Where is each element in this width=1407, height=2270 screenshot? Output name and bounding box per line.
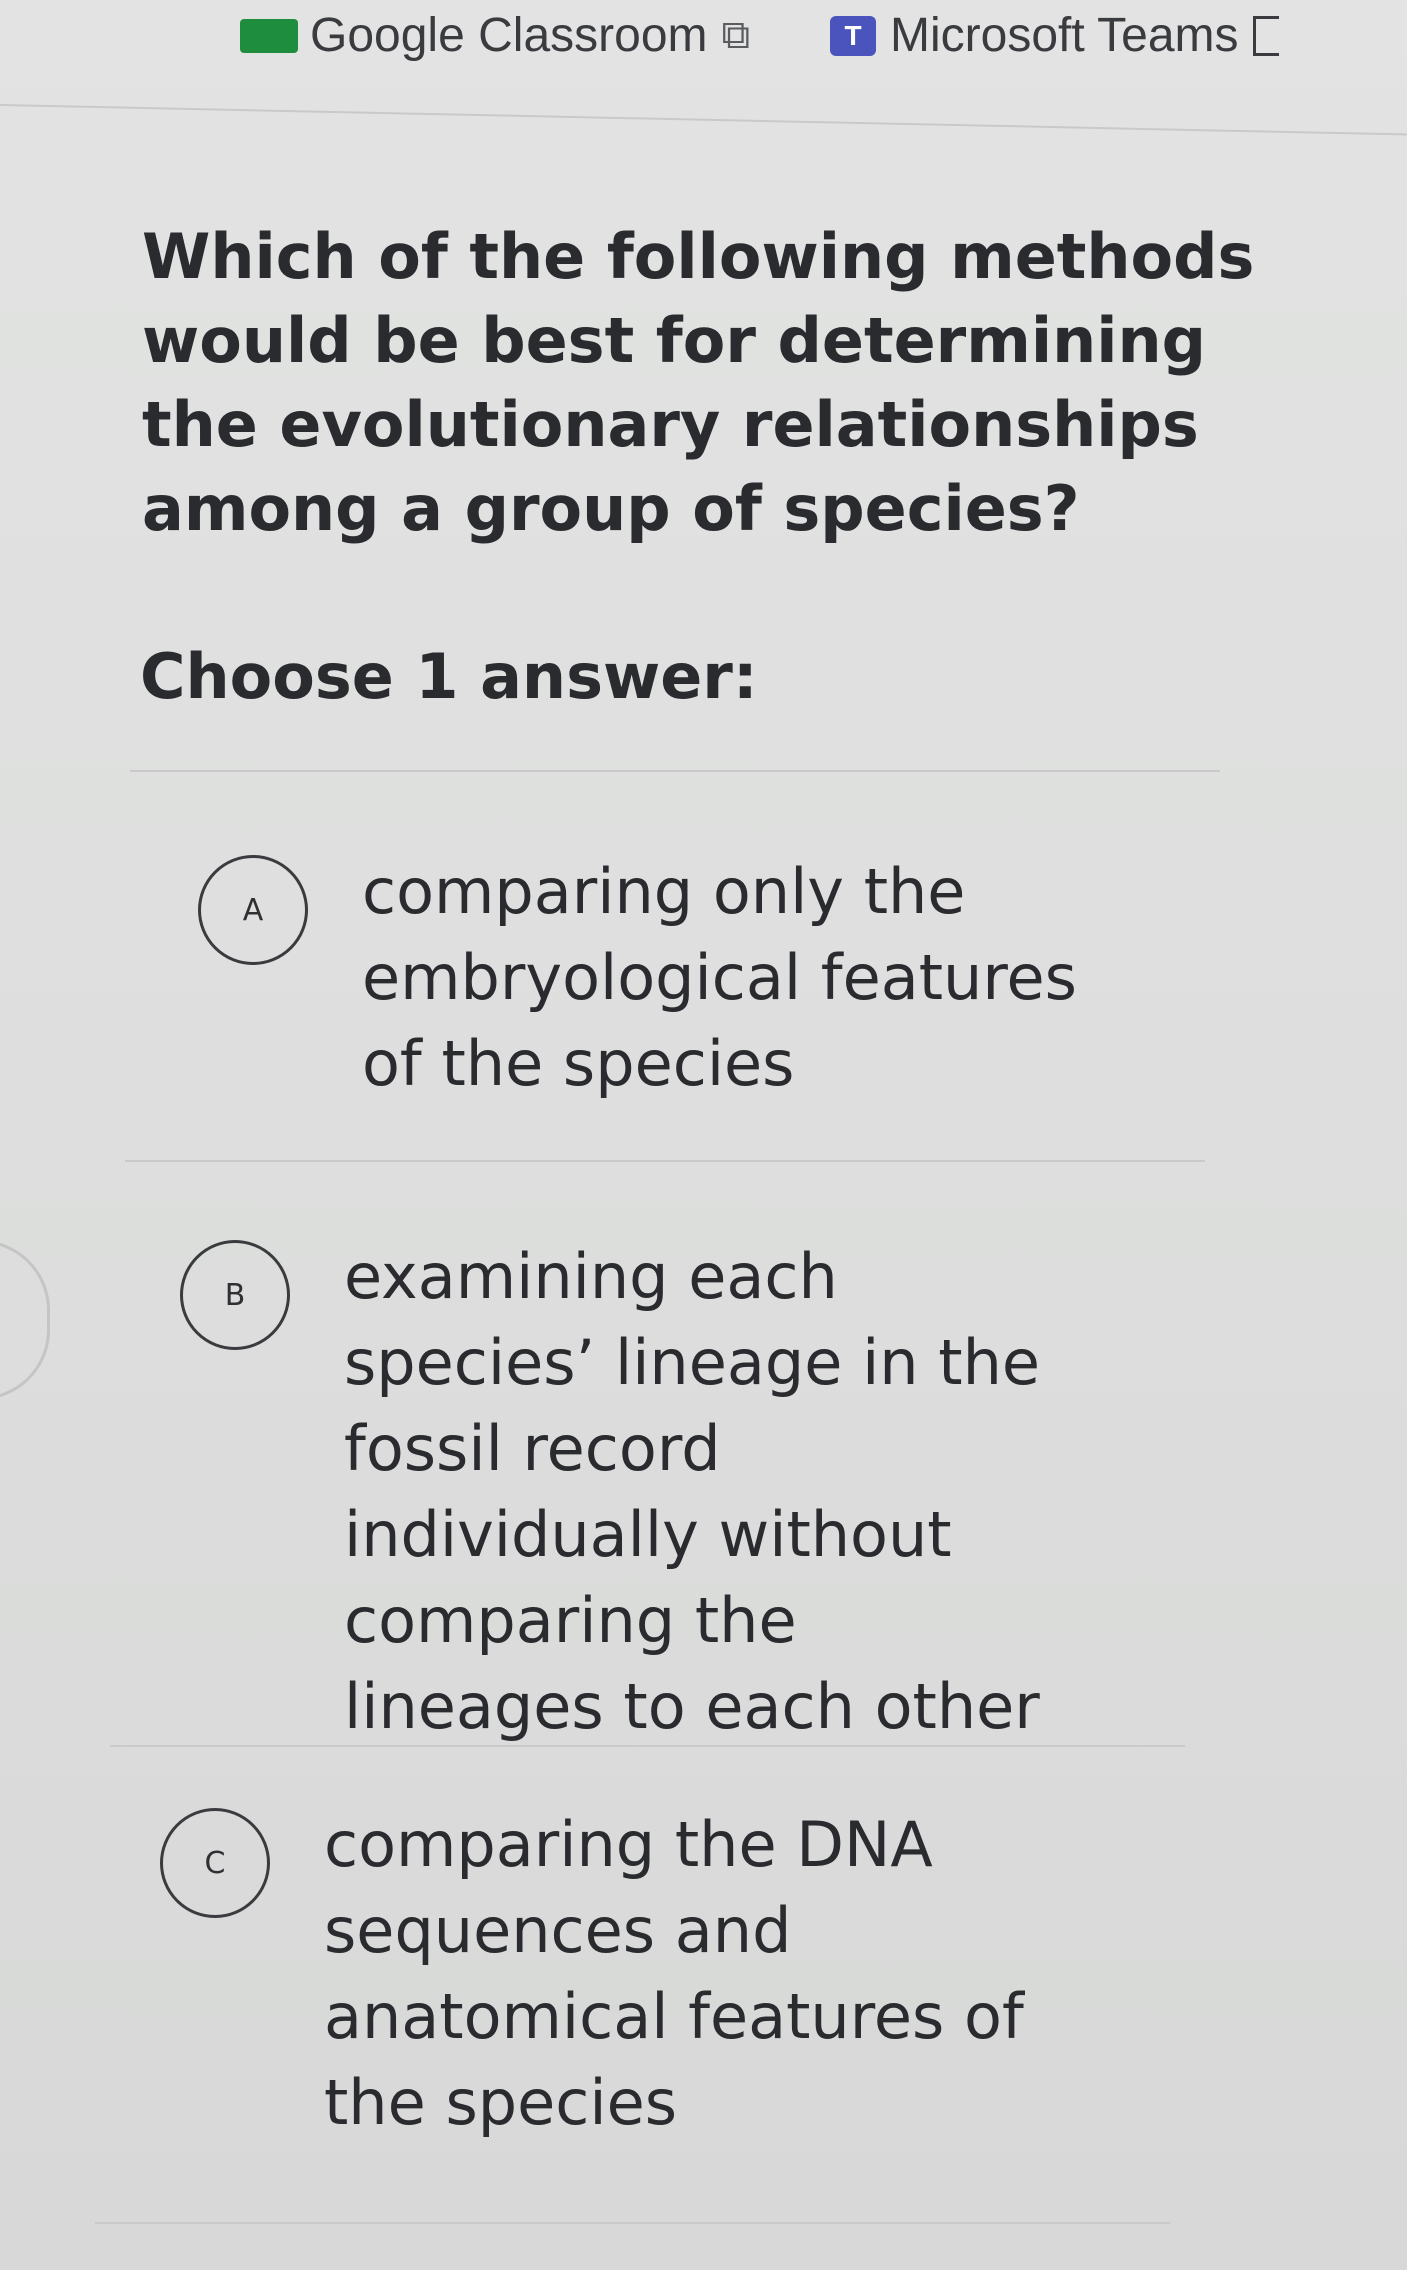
- google-classroom-icon: [240, 18, 298, 53]
- choice-text: examining each species’ lineage in the f…: [344, 1240, 1041, 1743]
- choose-instruction: Choose 1 answer:: [140, 640, 758, 713]
- microsoft-teams-icon: T: [830, 15, 876, 56]
- bookmarks-bar: Google Classroom ⧉ T Microsoft Teams: [0, 0, 1407, 100]
- choice-letter: A: [242, 892, 264, 928]
- choice-radio-a[interactable]: A: [198, 855, 308, 965]
- choice-a[interactable]: A comparing only the embryological featu…: [198, 855, 1082, 1107]
- choice-letter: B: [224, 1277, 246, 1313]
- folder-icon: [1252, 15, 1279, 56]
- bookmark-label: Microsoft Teams: [890, 9, 1239, 62]
- decorative-arc: [0, 1240, 50, 1400]
- toolbar-divider: [0, 104, 1407, 136]
- choice-c[interactable]: C comparing the DNA sequences and anatom…: [160, 1808, 1044, 2146]
- choice-b[interactable]: B examining each species’ lineage in the…: [180, 1240, 1064, 1750]
- bookmark-microsoft-teams[interactable]: T Microsoft Teams: [830, 8, 1279, 63]
- divider: [110, 1745, 1185, 1747]
- choice-text: comparing the DNA sequences and anatomic…: [324, 1808, 1024, 2139]
- choice-text: comparing only the embryological feature…: [362, 855, 1077, 1100]
- question-text: Which of the following methods would be …: [142, 220, 1255, 545]
- divider: [125, 1160, 1205, 1162]
- choice-radio-b[interactable]: B: [180, 1240, 290, 1350]
- choice-radio-c[interactable]: C: [160, 1808, 270, 1918]
- choice-letter: C: [204, 1845, 226, 1881]
- bookmark-label: Google Classroom: [310, 9, 708, 62]
- divider: [95, 2222, 1170, 2224]
- divider: [130, 770, 1220, 772]
- external-link-icon: ⧉: [721, 13, 751, 57]
- bookmark-google-classroom[interactable]: Google Classroom ⧉: [240, 8, 750, 63]
